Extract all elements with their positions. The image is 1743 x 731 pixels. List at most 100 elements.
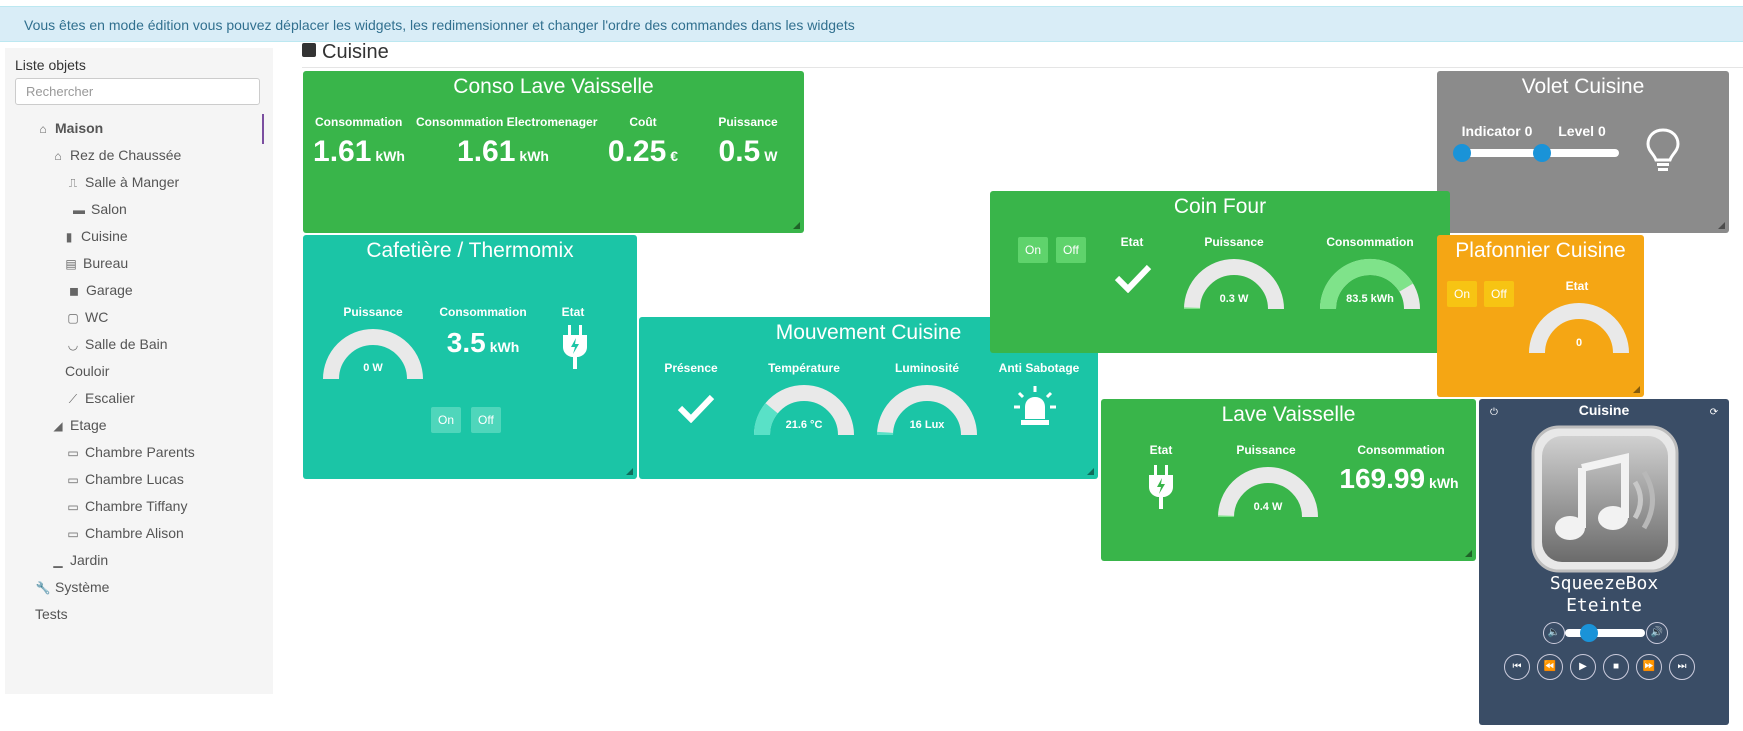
resize-handle[interactable]	[1718, 222, 1725, 229]
resize-handle[interactable]	[626, 468, 633, 475]
bed-icon: ▭	[67, 527, 79, 541]
kitchen-icon	[302, 43, 316, 57]
consommation-label: Consommation	[1357, 443, 1445, 457]
previous-track-icon[interactable]: ⏮	[1504, 654, 1530, 680]
fast-forward-icon[interactable]: ⏩	[1636, 654, 1662, 680]
page-title: Cuisine	[302, 41, 389, 64]
kitchen-icon: ▮	[65, 230, 73, 244]
plug-icon[interactable]	[561, 325, 589, 369]
volume-slider-handle[interactable]	[1580, 624, 1598, 642]
tree-item-bureau[interactable]: ▤ Bureau	[63, 253, 128, 273]
widget-volet-cuisine[interactable]: Volet Cuisine Indicator 0 Level 0	[1437, 71, 1729, 233]
luminosite-value: 16 Lux	[909, 419, 945, 431]
puissance-gauge	[1218, 467, 1318, 518]
floor-icon: ◢	[53, 419, 63, 433]
tree-item-chambre-lucas[interactable]: ▭ Chambre Lucas	[65, 469, 184, 489]
tree-item-rdc[interactable]: ⌂ Rez de Chaussée	[50, 145, 181, 165]
home-icon: ⌂	[54, 149, 62, 163]
widget-cafetiere-thermomix[interactable]: Cafetière / Thermomix Puissance 0 W Cons…	[303, 235, 637, 479]
resize-handle[interactable]	[1465, 550, 1472, 557]
widget-lave-vaisselle[interactable]: Lave Vaisselle Etat Puissance 0.4 W Cons…	[1101, 399, 1476, 561]
consommation-label: Consommation	[1326, 235, 1414, 249]
off-button[interactable]: Off	[1056, 237, 1086, 263]
tree-item-chambre-tiffany[interactable]: ▭ Chambre Tiffany	[65, 496, 187, 516]
wrench-icon: 🔧	[35, 581, 51, 595]
bed-icon: ▭	[67, 500, 79, 514]
resize-handle[interactable]	[793, 222, 800, 229]
player-status-line1: SqueezeBox	[1549, 573, 1659, 594]
lightbulb-icon[interactable]	[1645, 127, 1681, 173]
luminosite-label: Luminosité	[894, 361, 959, 375]
rewind-icon[interactable]: ⏪	[1537, 654, 1563, 680]
widget-coin-four[interactable]: Coin Four On Off Etat Puissance 0.3 W Co…	[990, 191, 1450, 353]
play-icon[interactable]: ▶	[1570, 654, 1596, 680]
tree-item-salle-manger[interactable]: ⎍ Salle à Manger	[65, 172, 179, 192]
edit-mode-banner: Vous êtes en mode édition vous pouvez dé…	[0, 6, 1743, 42]
volume-down-icon[interactable]: 🔈	[1543, 622, 1565, 644]
widget-plafonnier-cuisine[interactable]: Plafonnier Cuisine On Off Etat 0	[1437, 235, 1644, 397]
check-icon	[677, 394, 715, 423]
temperature-label: Température	[768, 361, 840, 375]
resize-handle[interactable]	[1633, 386, 1640, 393]
tree-item-salle-bain[interactable]: ◡ Salle de Bain	[65, 334, 168, 354]
tree-item-etage[interactable]: ◢ Etage	[50, 415, 106, 435]
etat-label: Etat	[1149, 443, 1173, 457]
sidebar-title: Liste objets	[15, 57, 86, 73]
widget-title: Coin Four	[1173, 195, 1267, 218]
temperature-value: 21.6 °C	[785, 419, 823, 431]
puissance-label: Puissance	[1236, 443, 1296, 457]
temperature-gauge	[754, 385, 854, 436]
volume-slider[interactable]	[1565, 629, 1645, 637]
etat-gauge	[1529, 303, 1629, 354]
tree-item-systeme[interactable]: 🔧 Système	[35, 577, 110, 597]
sofa-icon: ▬	[73, 203, 85, 217]
on-button[interactable]: On	[431, 407, 462, 433]
next-track-icon[interactable]: ⏭	[1669, 654, 1695, 680]
widget-conso-lave-vaisselle[interactable]: Conso Lave Vaisselle Consommation Consom…	[303, 71, 804, 233]
puissance-value: 0.4 W	[1253, 501, 1283, 513]
alarm-light-icon	[1014, 386, 1056, 425]
on-button[interactable]: On	[1018, 237, 1049, 263]
refresh-icon[interactable]: ⟳	[1701, 401, 1727, 427]
indicator-slider-handle[interactable]	[1453, 144, 1471, 162]
house-icon: ⌂	[39, 122, 47, 136]
check-icon[interactable]	[1114, 263, 1152, 293]
consommation-value: 169.99 kWh	[1339, 463, 1459, 494]
active-item-indicator	[262, 114, 264, 144]
tree-item-cuisine[interactable]: ▮ Cuisine	[61, 226, 128, 246]
on-button[interactable]: On	[1447, 281, 1478, 307]
plug-icon[interactable]	[1147, 465, 1175, 509]
level-slider-handle[interactable]	[1533, 144, 1551, 162]
tree-item-salon[interactable]: ▬ Salon	[71, 199, 127, 219]
garden-icon: ▁	[53, 554, 63, 568]
off-button[interactable]: Off	[471, 407, 501, 433]
etat-value: 0	[1575, 337, 1583, 349]
indicator-label: Indicator 0	[1461, 123, 1533, 139]
tree-item-garage[interactable]: ◼ Garage	[66, 280, 133, 300]
tree-item-escalier[interactable]: ⟋ Escalier	[65, 388, 135, 408]
off-button[interactable]: Off	[1484, 281, 1514, 307]
volume-up-icon[interactable]: 🔊	[1646, 622, 1668, 644]
tree-item-couloir[interactable]: Couloir	[65, 361, 109, 381]
tree-item-chambre-alison[interactable]: ▭ Chambre Alison	[65, 523, 184, 543]
search-input[interactable]: Rechercher	[15, 78, 260, 105]
tree-item-wc[interactable]: ▢ WC	[65, 307, 108, 327]
puissance-label: Puissance	[1204, 235, 1264, 249]
toilet-icon: ▢	[67, 311, 79, 325]
etat-label: Etat	[561, 305, 585, 319]
player-status-line2: Eteinte	[1566, 595, 1642, 616]
tree-item-tests[interactable]: Tests	[35, 604, 68, 624]
widget-squeezebox-player[interactable]: ⏻ Cuisine ⟳ SqueezeBox Eteinte 🔈 🔊 ⏮ ⏪ ▶…	[1479, 399, 1729, 725]
consommation-value: 3.5 kWh	[446, 327, 520, 358]
stop-icon[interactable]: ■	[1603, 654, 1629, 680]
widget-title: Volet Cuisine	[1521, 75, 1645, 98]
bed-icon: ▭	[67, 473, 79, 487]
tree-item-maison[interactable]: ⌂ Maison	[35, 118, 103, 138]
title-divider	[302, 67, 1743, 68]
widget-title: Conso Lave Vaisselle	[453, 75, 654, 98]
tree-item-chambre-parents[interactable]: ▭ Chambre Parents	[65, 442, 194, 462]
resize-handle[interactable]	[1087, 468, 1094, 475]
music-icon	[1531, 425, 1679, 573]
widget-title: Lave Vaisselle	[1221, 403, 1356, 426]
tree-item-jardin[interactable]: ▁ Jardin	[50, 550, 108, 570]
